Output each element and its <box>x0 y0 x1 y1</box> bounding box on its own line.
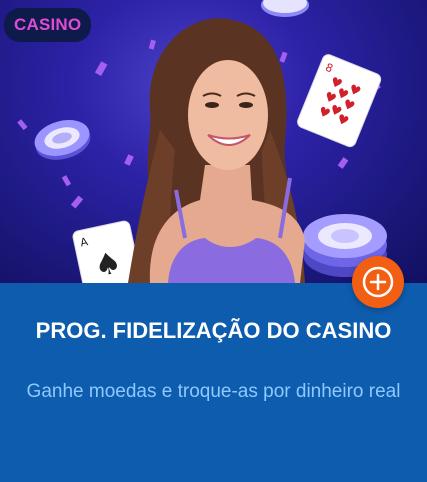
promo-title: PROG. FIDELIZAÇÃO DO CASINO <box>35 318 392 343</box>
poker-chip-left <box>34 120 91 160</box>
hero-image: 8 ♥ ♥ ♥ ♥ ♥ ♥ ♥ ♥ A ♠ CASINO <box>0 0 427 283</box>
casino-illustration: 8 ♥ ♥ ♥ ♥ ♥ ♥ ♥♥ A ♠ <box>17 0 387 283</box>
category-badge: CASINO <box>4 8 92 42</box>
poker-chip-top <box>261 0 309 17</box>
woman-figure <box>128 18 305 283</box>
promo-subtitle: Ganhe moedas e troque-as por dinheiro re… <box>26 381 401 402</box>
promo-card[interactable]: 8 ♥ ♥ ♥ ♥ ♥ ♥ ♥ ♥ A ♠ CASINO PROG. FIDEL… <box>0 0 427 482</box>
plus-circle-icon <box>362 266 394 298</box>
playing-card-hearts: 8 ♥ ♥ ♥ ♥ ♥ ♥ ♥♥ <box>297 54 382 148</box>
expand-button[interactable] <box>352 256 404 308</box>
